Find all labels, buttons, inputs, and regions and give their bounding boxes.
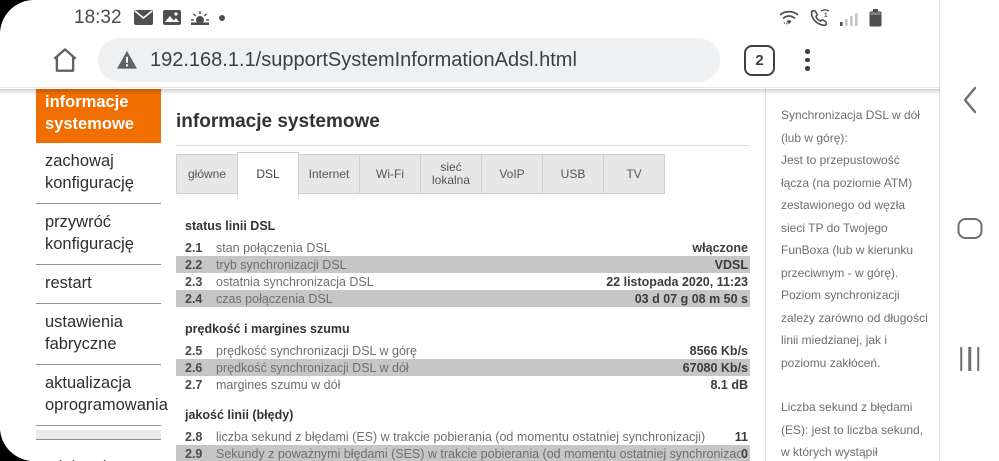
row-id: 2.1	[185, 240, 203, 255]
gallery-icon	[162, 10, 181, 25]
row-id: 2.4	[185, 291, 203, 306]
tab-counter-button[interactable]: 2	[744, 44, 775, 76]
tab-internet[interactable]: Internet	[298, 154, 360, 194]
svg-text:1: 1	[824, 12, 828, 19]
tab-siec-lokalna[interactable]: sieć lokalna	[420, 154, 482, 194]
wifi-icon	[778, 9, 800, 26]
section-heading-status: status linii DSL	[185, 219, 276, 233]
tab-glowne[interactable]: główne	[176, 154, 238, 194]
back-icon[interactable]	[962, 86, 978, 114]
home-icon[interactable]	[50, 45, 80, 75]
row-value: włączone	[692, 240, 748, 255]
row-label: Sekundy z poważnymi błędami (SES) w trak…	[216, 446, 742, 461]
row-id: 2.2	[185, 257, 203, 272]
android-nav-bar	[939, 0, 999, 461]
row-value: 8.1 dB	[710, 377, 748, 392]
table-row: 2.7 margines szumu w dół 8.1 dB	[176, 376, 750, 393]
row-value: 0	[741, 446, 748, 461]
row-value: 67080 Kb/s	[682, 360, 748, 375]
sidebar-item-restart[interactable]: restart	[36, 265, 161, 304]
home-nav-icon[interactable]	[957, 218, 982, 239]
table-row: 2.3 ostatnia synchronizacja DSL 22 listo…	[176, 273, 750, 290]
tab-dsl[interactable]: DSL	[237, 152, 299, 197]
table-row: 2.9 Sekundy z poważnymi błędami (SES) w …	[176, 445, 750, 461]
screen: 18:32 1 192.168.1.1/supportSystemInforma…	[0, 0, 999, 461]
row-label: liczba sekund z błędami (ES) w trakcie p…	[216, 429, 706, 444]
row-value: 22 listopada 2020, 11:23	[606, 274, 748, 289]
section-heading-jakosc: jakość linii (błędy)	[185, 408, 294, 422]
table-row: 2.8 liczba sekund z błędami (ES) w trakc…	[176, 428, 750, 445]
signal-icon	[840, 10, 860, 26]
status-bar: 18:32 1	[0, 0, 940, 33]
row-value: 11	[734, 429, 748, 444]
row-value: VDSL	[714, 257, 748, 272]
sidebar-item-zdalny-dostep[interactable]: zdalny dostęp dla pomocy technicznej	[36, 446, 161, 461]
sidebar-item-aktualizacja-oprogramowania[interactable]: aktualizacja oprogramowania	[36, 365, 168, 426]
battery-icon	[869, 8, 882, 27]
help-paragraph: Jest to przepustowość łącza (na poziomie…	[781, 153, 928, 370]
clock: 18:32	[74, 6, 122, 28]
table-row: 2.1 stan połączenia DSL włączone	[176, 239, 750, 256]
sidebar-item-przywroc-konfiguracje[interactable]: przywróć konfigurację	[36, 204, 161, 265]
help-paragraph: Liczba sekund z błędami (ES): jest to li…	[781, 400, 924, 459]
table-row: 2.5 prędkość synchronizacji DSL w górę 8…	[176, 342, 750, 359]
row-value: 03 d 07 g 08 m 50 s	[634, 291, 748, 306]
tab-wifi[interactable]: Wi-Fi	[359, 154, 421, 194]
tab-voip[interactable]: VoIP	[481, 154, 543, 194]
row-id: 2.3	[185, 274, 203, 289]
table-row: 2.6 prędkość synchronizacji DSL w dół 67…	[176, 359, 750, 376]
row-label: czas połączenia DSL	[216, 291, 333, 306]
tab-tv[interactable]: TV	[603, 154, 665, 194]
tab-usb[interactable]: USB	[542, 154, 604, 194]
table-row: 2.4 czas połączenia DSL 03 d 07 g 08 m 5…	[176, 290, 750, 307]
sidebar-item-ustawienia-fabryczne[interactable]: ustawienia fabryczne	[36, 304, 161, 365]
wifi-calling-icon: 1	[809, 9, 831, 26]
url-bar[interactable]: 192.168.1.1/supportSystemInformationAdsl…	[98, 38, 720, 82]
recents-icon[interactable]	[959, 347, 980, 371]
sidebar-item-zachowaj-konfiguracje[interactable]: zachowaj konfigurację	[36, 143, 161, 204]
row-id: 2.9	[185, 446, 203, 461]
sidebar-menu: informacje systemowe zachowaj konfigurac…	[36, 89, 168, 461]
page-content: informacje systemowe zachowaj konfigurac…	[0, 89, 940, 461]
row-id: 2.7	[185, 377, 203, 392]
row-label: prędkość synchronizacji DSL w górę	[216, 343, 418, 358]
table-row: 2.2 tryb synchronizacji DSL VDSL	[176, 256, 750, 273]
warning-triangle-icon[interactable]	[116, 50, 138, 70]
url-text[interactable]: 192.168.1.1/supportSystemInformationAdsl…	[150, 49, 577, 72]
weather-icon	[190, 10, 209, 25]
mail-icon	[133, 10, 153, 25]
help-paragraph: Synchronizacja DSL w dół (lub w górę):	[781, 108, 920, 145]
row-id: 2.8	[185, 429, 203, 444]
title-divider	[176, 145, 750, 146]
notification-dot	[218, 14, 225, 21]
row-label: prędkość synchronizacji DSL w dół	[216, 360, 409, 375]
main-panel: informacje systemowe główne DSL Internet…	[176, 89, 750, 461]
row-label: margines szumu w dół	[216, 377, 341, 392]
phone-screenshot: 18:32 1 192.168.1.1/supportSystemInforma…	[0, 0, 999, 461]
status-right-icons: 1	[778, 8, 882, 27]
row-label: ostatnia synchronizacja DSL	[216, 274, 374, 289]
row-id: 2.6	[185, 360, 203, 375]
page-title: informacje systemowe	[176, 111, 380, 132]
help-panel: Synchronizacja DSL w dół (lub w górę): J…	[765, 89, 938, 461]
tab-strip: główne DSL Internet Wi-Fi sieć lokalna V…	[176, 152, 750, 197]
sidebar-item-informacje-systemowe[interactable]: informacje systemowe	[36, 89, 161, 143]
row-label: tryb synchronizacji DSL	[216, 257, 347, 272]
section-heading-predkosc: prędkość i margines szumu	[185, 322, 350, 336]
row-id: 2.5	[185, 343, 203, 358]
row-label: stan połączenia DSL	[216, 240, 331, 255]
sidebar-separator-band	[36, 430, 161, 440]
browser-toolbar: 192.168.1.1/supportSystemInformationAdsl…	[0, 33, 940, 88]
overflow-menu-icon[interactable]	[805, 49, 810, 71]
status-left-icons	[133, 10, 225, 25]
row-value: 8566 Kb/s	[689, 343, 748, 358]
